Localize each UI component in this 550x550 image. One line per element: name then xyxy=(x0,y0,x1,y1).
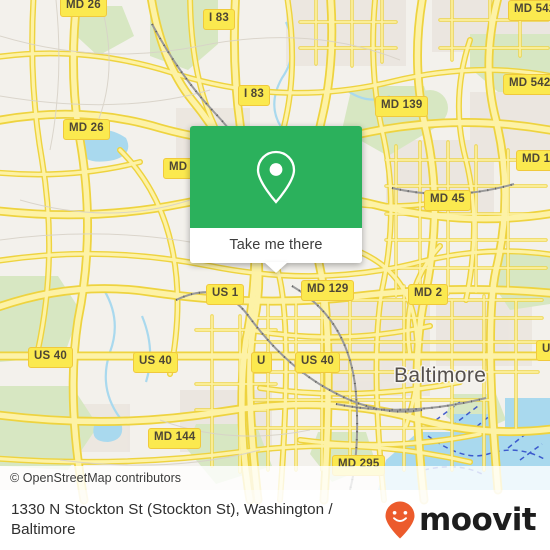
road-shield: MD 26 xyxy=(60,0,107,17)
road-shield: I 83 xyxy=(203,9,235,30)
road-shield: MD 26 xyxy=(63,119,110,140)
road-shield: MD 129 xyxy=(301,280,355,301)
app-screen: MD 26 I 83 MD 542 I 83 MD 542 MD 139 MD 26 MD 2… xyxy=(0,0,550,550)
moovit-smiley-pin-icon xyxy=(385,501,415,539)
road-shield: U xyxy=(251,352,272,373)
location-popup-card[interactable]: Take me there xyxy=(190,126,362,273)
take-me-there-label: Take me there xyxy=(229,237,323,254)
location-title: 1330 N Stockton St (Stockton St), Washin… xyxy=(11,500,333,538)
road-shield: MD 542 xyxy=(503,74,550,95)
road-shield: I 83 xyxy=(238,85,270,106)
take-me-there-button[interactable]: Take me there xyxy=(190,228,362,263)
moovit-logo[interactable]: moovit xyxy=(384,500,550,540)
road-shield: MD 542 xyxy=(508,0,550,21)
road-shield: MD 139 xyxy=(375,96,429,117)
osm-attribution-bar: © OpenStreetMap contributors xyxy=(0,466,550,490)
road-shield: MD 144 xyxy=(148,428,202,449)
road-shield: US 1 xyxy=(206,284,245,305)
osm-attribution-text[interactable]: © OpenStreetMap contributors xyxy=(0,471,181,485)
city-label-baltimore: Baltimore xyxy=(394,364,487,387)
footer-bar: 1330 N Stockton St (Stockton St), Washin… xyxy=(0,490,550,550)
road-shield: MD 1 xyxy=(516,150,550,171)
popup-header xyxy=(190,126,362,228)
popup-pointer xyxy=(264,262,288,273)
moovit-wordmark: moovit xyxy=(419,501,537,538)
road-shield: US 40 xyxy=(28,347,73,368)
map-pin-icon xyxy=(256,150,296,204)
road-shield: US xyxy=(536,340,550,361)
road-shield: MD 2 xyxy=(408,284,449,305)
road-shield: US 40 xyxy=(295,352,340,373)
map-canvas[interactable]: MD 26 I 83 MD 542 I 83 MD 542 MD 139 MD 26 MD 2… xyxy=(0,0,550,490)
road-shield: MD 45 xyxy=(424,190,471,211)
road-shield: US 40 xyxy=(133,352,178,373)
